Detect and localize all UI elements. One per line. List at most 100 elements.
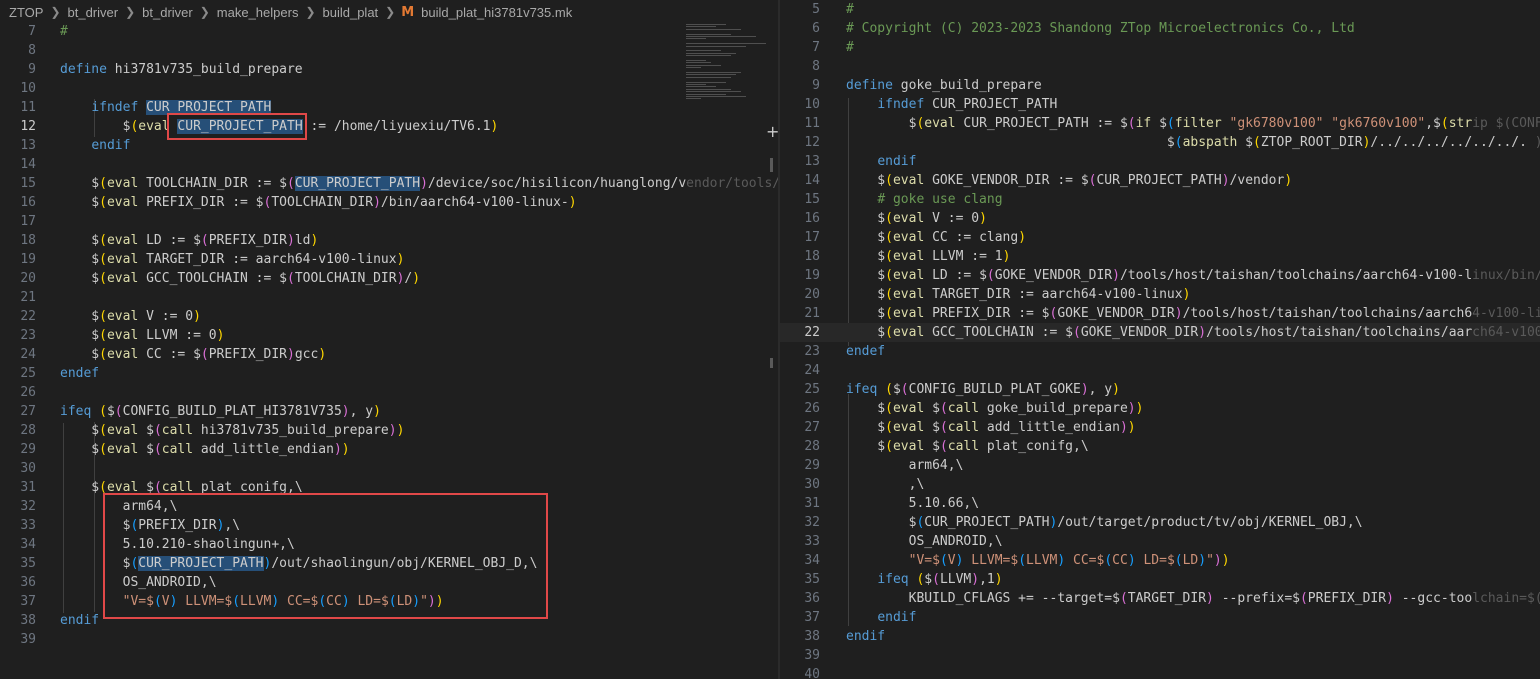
code-line[interactable]: 29 $(eval $(call add_little_endian)): [0, 440, 778, 459]
code-line[interactable]: 38 endif: [0, 611, 778, 630]
code-line[interactable]: 21 $(eval PREFIX_DIR := $(GOKE_VENDOR_DI…: [780, 304, 1540, 323]
code-line[interactable]: 28 $(eval $(call hi3781v735_build_prepar…: [0, 421, 778, 440]
code-text[interactable]: #: [60, 22, 68, 41]
code-line[interactable]: 5 #: [780, 0, 1540, 19]
code-line[interactable]: 36 KBUILD_CFLAGS += --target=$(TARGET_DI…: [780, 589, 1540, 608]
code-text[interactable]: #: [846, 38, 854, 57]
code-text[interactable]: 5.10.210-shaolingun+,\: [60, 535, 295, 554]
breadcrumb-item[interactable]: build_plat: [322, 5, 380, 20]
breadcrumb-item[interactable]: bt_driver: [141, 5, 194, 20]
code-line[interactable]: 35 $(CUR_PROJECT_PATH)/out/shaolingun/ob…: [0, 554, 778, 573]
breadcrumb-item[interactable]: ZTOP: [8, 5, 44, 20]
code-text[interactable]: $(CUR_PROJECT_PATH)/out/target/product/t…: [846, 513, 1363, 532]
code-line[interactable]: 40: [780, 665, 1540, 679]
code-text[interactable]: ifeq ($(LLVM),1): [846, 570, 1002, 589]
left-editor-pane[interactable]: ZTOP ❯ bt_driver ❯ bt_driver ❯ make_help…: [0, 0, 778, 679]
code-text[interactable]: arm64,\: [60, 497, 178, 516]
code-line[interactable]: 9 define goke_build_prepare: [780, 76, 1540, 95]
code-text[interactable]: ifndef CUR_PROJECT_PATH: [846, 95, 1057, 114]
code-line[interactable]: 16 $(eval PREFIX_DIR := $(TOOLCHAIN_DIR)…: [0, 193, 778, 212]
split-sash-icon[interactable]: +: [766, 124, 778, 140]
code-text[interactable]: endef: [846, 342, 885, 361]
code-text[interactable]: $(eval $(call add_little_endian)): [846, 418, 1135, 437]
code-text[interactable]: $(eval LLVM := 0): [60, 326, 224, 345]
code-text[interactable]: ifeq ($(CONFIG_BUILD_PLAT_GOKE), y): [846, 380, 1120, 399]
code-text[interactable]: $(eval $(call plat_conifg,\: [846, 437, 1088, 456]
code-text[interactable]: $(eval V := 0): [846, 209, 987, 228]
code-line[interactable]: 16 $(eval V := 0): [780, 209, 1540, 228]
code-text[interactable]: $(eval PREFIX_DIR := $(TOOLCHAIN_DIR)/bi…: [60, 193, 576, 212]
code-line[interactable]: 37 "V=$(V) LLVM=$(LLVM) CC=$(CC) LD=$(LD…: [0, 592, 778, 611]
code-line[interactable]: 33 OS_ANDROID,\: [780, 532, 1540, 551]
code-text[interactable]: $(eval TOOLCHAIN_DIR := $(CUR_PROJECT_PA…: [60, 174, 778, 193]
code-line[interactable]: 39: [0, 630, 778, 649]
code-line[interactable]: 32 arm64,\: [0, 497, 778, 516]
code-text[interactable]: $(eval PREFIX_DIR := $(GOKE_VENDOR_DIR)/…: [846, 304, 1540, 323]
code-text[interactable]: arm64,\: [846, 456, 964, 475]
code-line[interactable]: 15 # goke use clang: [780, 190, 1540, 209]
code-text[interactable]: 5.10.66,\: [846, 494, 979, 513]
code-line[interactable]: 18 $(eval LLVM := 1): [780, 247, 1540, 266]
code-text[interactable]: OS_ANDROID,\: [846, 532, 1003, 551]
code-text[interactable]: $(eval CC := clang): [846, 228, 1026, 247]
code-line[interactable]: 17 $(eval CC := clang): [780, 228, 1540, 247]
code-text[interactable]: $(eval TARGET_DIR := aarch64-v100-linux): [60, 250, 404, 269]
code-text[interactable]: #: [846, 0, 854, 19]
code-text[interactable]: $(eval $(call hi3781v735_build_prepare)): [60, 421, 404, 440]
code-line[interactable]: 25 endef: [0, 364, 778, 383]
code-line[interactable]: 12 $(abspath $(ZTOP_ROOT_DIR)/../../../.…: [780, 133, 1540, 152]
code-line[interactable]: 27 $(eval $(call add_little_endian)): [780, 418, 1540, 437]
code-text[interactable]: $(abspath $(ZTOP_ROOT_DIR)/../../../../.…: [846, 133, 1540, 152]
right-code-area[interactable]: 5 #6 # Copyright (C) 2023-2023 Shandong ZT…: [780, 0, 1540, 679]
code-text[interactable]: $(eval GCC_TOOLCHAIN := $(TOOLCHAIN_DIR)…: [60, 269, 420, 288]
code-line[interactable]: 10: [0, 79, 778, 98]
code-line[interactable]: 18 $(eval LD := $(PREFIX_DIR)ld): [0, 231, 778, 250]
code-line[interactable]: 9 define hi3781v735_build_prepare: [0, 60, 778, 79]
code-line[interactable]: 30: [0, 459, 778, 478]
code-text[interactable]: endif: [846, 627, 885, 646]
breadcrumb-item[interactable]: bt_driver: [67, 5, 120, 20]
code-line[interactable]: 26 $(eval $(call goke_build_prepare)): [780, 399, 1540, 418]
code-text[interactable]: endif: [846, 608, 916, 627]
code-line[interactable]: 24: [780, 361, 1540, 380]
code-text[interactable]: $(eval V := 0): [60, 307, 201, 326]
code-line[interactable]: 10 ifndef CUR_PROJECT_PATH: [780, 95, 1540, 114]
code-text[interactable]: "V=$(V) LLVM=$(LLVM) CC=$(CC) LD=$(LD)")…: [846, 551, 1230, 570]
code-text[interactable]: $(eval GOKE_VENDOR_DIR := $(CUR_PROJECT_…: [846, 171, 1292, 190]
code-line[interactable]: 19 $(eval LD := $(GOKE_VENDOR_DIR)/tools…: [780, 266, 1540, 285]
code-line[interactable]: 14: [0, 155, 778, 174]
code-line[interactable]: 23 endef: [780, 342, 1540, 361]
code-text[interactable]: "V=$(V) LLVM=$(LLVM) CC=$(CC) LD=$(LD)")…: [60, 592, 444, 611]
code-text[interactable]: $(eval LLVM := 1): [846, 247, 1010, 266]
code-line[interactable]: 15 $(eval TOOLCHAIN_DIR := $(CUR_PROJECT…: [0, 174, 778, 193]
code-line[interactable]: 26: [0, 383, 778, 402]
code-line[interactable]: 37 endif: [780, 608, 1540, 627]
code-line[interactable]: 22 $(eval GCC_TOOLCHAIN := $(GOKE_VENDOR…: [780, 323, 1540, 342]
code-text[interactable]: $(CUR_PROJECT_PATH)/out/shaolingun/obj/K…: [60, 554, 537, 573]
code-text[interactable]: endif: [60, 136, 130, 155]
code-text[interactable]: $(eval LD := $(PREFIX_DIR)ld): [60, 231, 318, 250]
code-line[interactable]: 11 $(eval CUR_PROJECT_PATH := $(if $(fil…: [780, 114, 1540, 133]
code-line[interactable]: 31 $(eval $(call plat_conifg,\: [0, 478, 778, 497]
breadcrumb-file[interactable]: build_plat_hi3781v735.mk: [420, 5, 573, 20]
code-text[interactable]: define goke_build_prepare: [846, 76, 1042, 95]
code-line[interactable]: 30 ,\: [780, 475, 1540, 494]
code-text[interactable]: $(eval $(call add_little_endian)): [60, 440, 349, 459]
code-line[interactable]: 21: [0, 288, 778, 307]
code-text[interactable]: endef: [60, 364, 99, 383]
code-line[interactable]: 35 ifeq ($(LLVM),1): [780, 570, 1540, 589]
code-text[interactable]: $(eval TARGET_DIR := aarch64-v100-linux): [846, 285, 1190, 304]
code-line[interactable]: 39: [780, 646, 1540, 665]
code-text[interactable]: $(eval $(call goke_build_prepare)): [846, 399, 1143, 418]
right-editor-pane[interactable]: 5 #6 # Copyright (C) 2023-2023 Shandong ZT…: [780, 0, 1540, 679]
code-line[interactable]: 27 ifeq ($(CONFIG_BUILD_PLAT_HI3781V735),…: [0, 402, 778, 421]
code-line[interactable]: 20 $(eval TARGET_DIR := aarch64-v100-lin…: [780, 285, 1540, 304]
code-text[interactable]: $(eval CUR_PROJECT_PATH := /home/liyuexi…: [60, 117, 498, 136]
code-line[interactable]: 36 OS_ANDROID,\: [0, 573, 778, 592]
code-text[interactable]: endif: [846, 152, 916, 171]
code-text[interactable]: # Copyright (C) 2023-2023 Shandong ZTop …: [846, 19, 1355, 38]
code-text[interactable]: define hi3781v735_build_prepare: [60, 60, 303, 79]
code-line[interactable]: 20 $(eval GCC_TOOLCHAIN := $(TOOLCHAIN_D…: [0, 269, 778, 288]
code-line[interactable]: 23 $(eval LLVM := 0): [0, 326, 778, 345]
code-text[interactable]: ifeq ($(CONFIG_BUILD_PLAT_HI3781V735), y…: [60, 402, 381, 421]
